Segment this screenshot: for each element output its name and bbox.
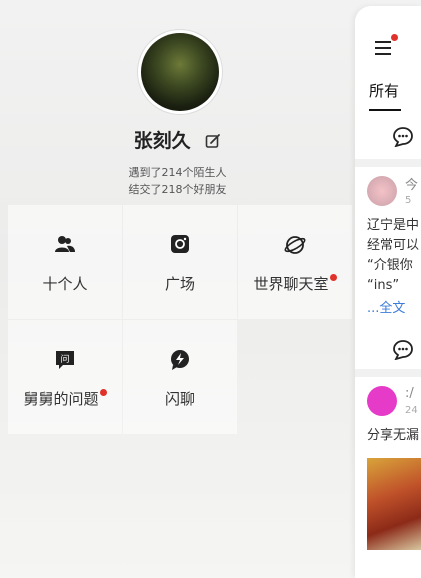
notification-badge xyxy=(391,34,398,41)
planet-icon xyxy=(284,236,306,259)
menu-label: 闪聊 xyxy=(164,390,195,408)
divider xyxy=(355,369,421,377)
svg-text:问: 问 xyxy=(60,353,69,365)
post-avatar[interactable] xyxy=(367,176,397,206)
post-date: 24 xyxy=(405,405,418,416)
menu-label: 广场 xyxy=(164,275,195,293)
menu-item-flash-chat[interactable]: 闪聊 xyxy=(123,320,237,434)
edit-icon[interactable] xyxy=(205,132,221,154)
comment-icon[interactable] xyxy=(393,127,413,151)
met-strangers-stat: 遇到了214个陌生人 xyxy=(128,166,227,179)
post-text-line: 辽宁是中 xyxy=(367,218,420,233)
menu-item-world-chatroom[interactable]: 世界聊天室 xyxy=(238,205,352,319)
post-text-line: “介银你 xyxy=(367,258,413,273)
menu-label-row: 世界聊天室 xyxy=(238,273,352,294)
avatar-image xyxy=(141,33,219,111)
question-chat-icon: 问 xyxy=(55,351,75,374)
post-text-line: 经常可以 xyxy=(367,238,420,253)
hamburger-menu-icon[interactable] xyxy=(375,40,391,59)
menu-item-ten-people[interactable]: 十个人 xyxy=(8,205,122,319)
menu-label: 十个人 xyxy=(42,275,88,293)
users-icon xyxy=(55,236,75,257)
post-text-line: 分享无漏 xyxy=(367,428,420,443)
post-photo[interactable] xyxy=(367,458,421,550)
notification-badge xyxy=(99,389,107,396)
tab-indicator xyxy=(369,109,401,111)
menu-item-uncle-questions[interactable]: 问 舅舅的问题 xyxy=(8,320,122,434)
notification-badge xyxy=(329,274,337,281)
profile-avatar[interactable] xyxy=(138,30,222,114)
post-avatar[interactable] xyxy=(367,386,397,416)
post-username[interactable]: :/ xyxy=(405,386,414,401)
lightning-chat-icon xyxy=(170,350,190,374)
post-time: 今 xyxy=(405,178,419,193)
profile-name: 张刻久 xyxy=(133,130,191,152)
side-drawer: 张刻久 遇到了214个陌生人 结交了218个好朋友 十个人 广场 世界聊天室 问… xyxy=(0,0,355,578)
menu-label: 世界聊天室 xyxy=(253,275,329,293)
divider xyxy=(355,159,421,167)
tab-all[interactable]: 所有 xyxy=(369,80,399,101)
menu-label: 舅舅的问题 xyxy=(23,390,99,408)
post-date: 5 xyxy=(405,195,412,206)
read-more-link[interactable]: ...全文 xyxy=(367,297,405,316)
friends-made-stat: 结交了218个好朋友 xyxy=(128,183,227,196)
comment-icon[interactable] xyxy=(393,340,413,364)
menu-label-row: 舅舅的问题 xyxy=(8,388,122,409)
camera-icon xyxy=(171,235,189,257)
menu-item-square[interactable]: 广场 xyxy=(123,205,237,319)
profile-name-row: 张刻久 xyxy=(0,126,355,154)
feed-panel[interactable]: 所有 今 5 辽宁是中 经常可以 “介银你 “ins” ...全文 :/ 24 … xyxy=(355,6,421,578)
post-text-line: “ins” xyxy=(367,278,400,293)
